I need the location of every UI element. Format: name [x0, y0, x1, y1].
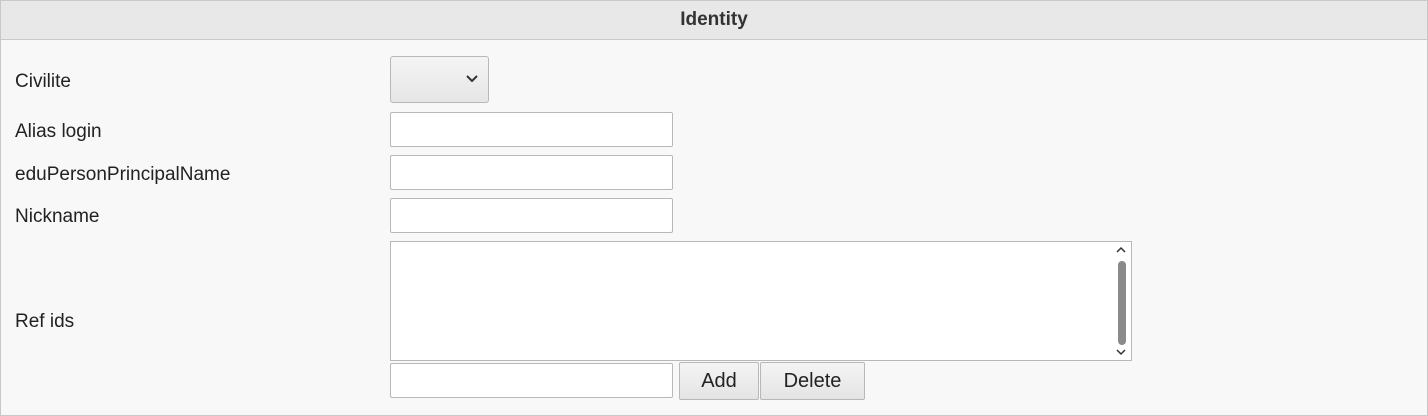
ref-ids-scrollbar[interactable] — [1113, 243, 1129, 359]
nickname-input[interactable] — [390, 198, 673, 233]
alias-login-label: Alias login — [15, 121, 102, 142]
edu-person-principal-name-label: eduPersonPrincipalName — [15, 164, 231, 185]
nickname-label: Nickname — [15, 206, 100, 227]
delete-button[interactable]: Delete — [760, 362, 865, 400]
scroll-thumb[interactable] — [1118, 261, 1126, 345]
chevron-down-icon[interactable] — [1116, 347, 1126, 357]
chevron-down-icon — [466, 75, 478, 83]
civilite-label: Civilite — [15, 71, 71, 92]
civilite-select[interactable] — [390, 56, 489, 103]
alias-login-input[interactable] — [390, 112, 673, 147]
panel-title: Identity — [1, 1, 1427, 40]
edu-person-principal-name-input[interactable] — [390, 155, 673, 190]
add-button[interactable]: Add — [679, 362, 759, 400]
ref-ids-listbox[interactable] — [390, 241, 1132, 361]
chevron-up-icon[interactable] — [1116, 245, 1126, 255]
identity-panel: Identity Civilite Alias login eduPersonP… — [0, 0, 1428, 416]
ref-id-new-input[interactable] — [390, 363, 673, 398]
ref-ids-label: Ref ids — [15, 311, 75, 332]
